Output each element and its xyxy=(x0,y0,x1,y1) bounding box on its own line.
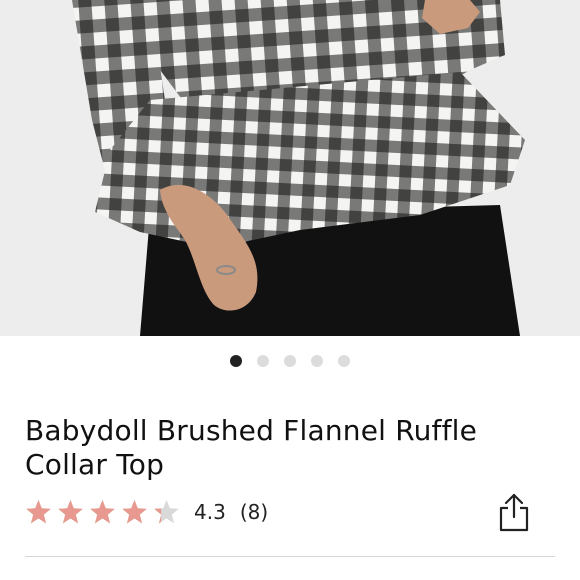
carousel-dot-4[interactable] xyxy=(311,355,323,367)
rating-value: 4.3 xyxy=(194,500,226,524)
star-icon xyxy=(26,500,51,524)
carousel-dot-3[interactable] xyxy=(284,355,296,367)
carousel-dot-5[interactable] xyxy=(338,355,350,367)
star-icon xyxy=(154,500,179,524)
rating-summary[interactable]: 4.3 (8) xyxy=(25,494,268,530)
star-rating xyxy=(25,499,180,525)
share-icon xyxy=(499,493,529,532)
star-icon xyxy=(122,500,147,524)
review-count[interactable]: (8) xyxy=(240,500,268,524)
image-carousel-indicator xyxy=(0,354,580,368)
product-title: Babydoll Brushed Flannel Ruffle Collar T… xyxy=(25,414,478,481)
share-button[interactable] xyxy=(494,490,534,534)
section-divider xyxy=(25,556,555,557)
carousel-dot-2[interactable] xyxy=(257,355,269,367)
product-photo-illustration xyxy=(0,0,580,336)
carousel-dot-1[interactable] xyxy=(230,355,242,367)
star-icon xyxy=(90,500,115,524)
star-icon xyxy=(58,500,83,524)
product-image[interactable] xyxy=(0,0,580,336)
